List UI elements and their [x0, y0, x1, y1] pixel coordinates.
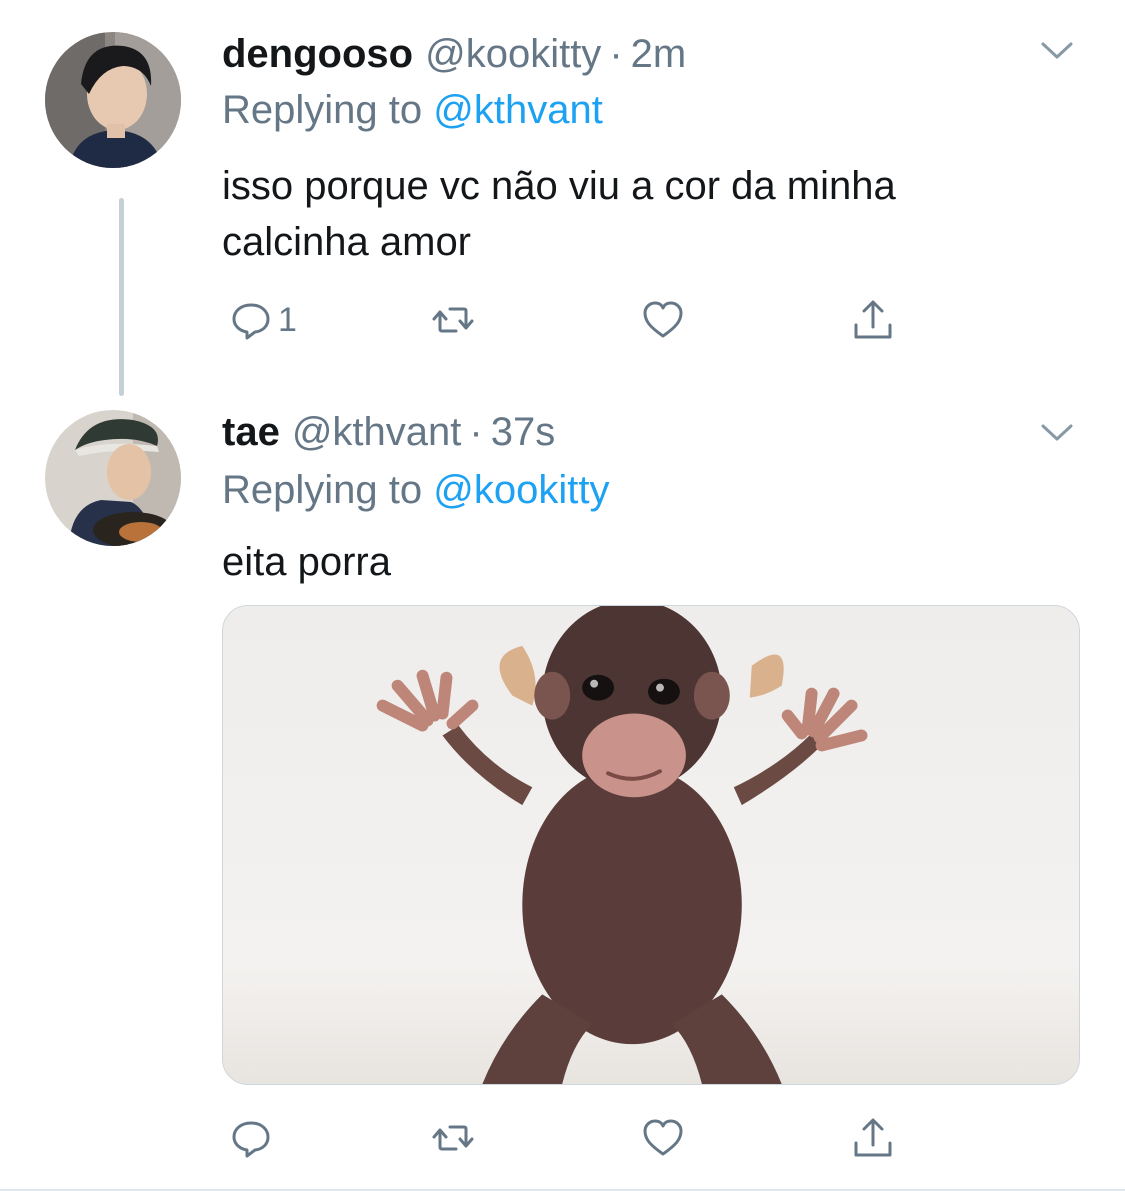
tweet-text: isso porque vc não viu a cor da minha ca…: [222, 164, 896, 264]
avatar[interactable]: [45, 32, 181, 168]
user-handle[interactable]: @kookitty: [425, 26, 601, 82]
user-handle[interactable]: @kthvant: [292, 404, 462, 460]
separator: ·: [609, 32, 623, 76]
share-icon: [854, 1118, 892, 1157]
share-button[interactable]: [850, 1114, 896, 1162]
tweet[interactable]: dengooso @kookitty · 2m Replying to @kth…: [0, 0, 1125, 400]
chevron-down-icon[interactable]: [1037, 30, 1077, 70]
like-button[interactable]: [640, 1114, 686, 1162]
tweet-actions: 1: [222, 296, 922, 344]
retweet-button[interactable]: [430, 296, 476, 344]
replying-prefix: Replying to: [222, 468, 423, 512]
timestamp[interactable]: 2m: [631, 26, 687, 82]
share-icon: [854, 300, 892, 339]
tweet-header: dengooso @kookitty · 2m: [222, 26, 686, 82]
replying-to-line: Replying to @kthvant: [222, 82, 603, 138]
reply-icon: [232, 303, 270, 340]
chevron-down-icon[interactable]: [1037, 412, 1077, 452]
separator: ·: [469, 410, 483, 454]
replying-to-line: Replying to @kookitty: [222, 462, 609, 518]
replying-mention-link[interactable]: @kthvant: [433, 88, 603, 132]
reply-button[interactable]: [228, 1114, 278, 1162]
display-name[interactable]: tae: [222, 404, 280, 460]
display-name[interactable]: dengooso: [222, 26, 413, 82]
retweet-button[interactable]: [430, 1114, 476, 1162]
tweet-header: tae @kthvant · 37s: [222, 404, 555, 460]
timestamp[interactable]: 37s: [491, 404, 556, 460]
tweet-actions: [222, 1114, 922, 1162]
share-button[interactable]: [850, 296, 896, 344]
tweet-text: eita porra: [222, 540, 391, 584]
retweet-icon: [432, 307, 474, 333]
tweet-thread: dengooso @kookitty · 2m Replying to @kth…: [0, 0, 1125, 1191]
heart-icon: [643, 1119, 683, 1156]
reply-count: 1: [278, 301, 297, 339]
replying-mention-link[interactable]: @kookitty: [433, 468, 609, 512]
retweet-icon: [432, 1125, 474, 1151]
thread-connector-line: [119, 198, 124, 396]
replying-prefix: Replying to: [222, 88, 423, 132]
tweet-media-image[interactable]: [222, 605, 1080, 1085]
avatar[interactable]: [45, 410, 181, 546]
tweet[interactable]: tae @kthvant · 37s Replying to @kookitty…: [0, 400, 1125, 1191]
reply-button[interactable]: 1: [228, 296, 297, 344]
heart-icon: [643, 301, 683, 338]
reply-icon: [232, 1121, 270, 1158]
like-button[interactable]: [640, 296, 686, 344]
